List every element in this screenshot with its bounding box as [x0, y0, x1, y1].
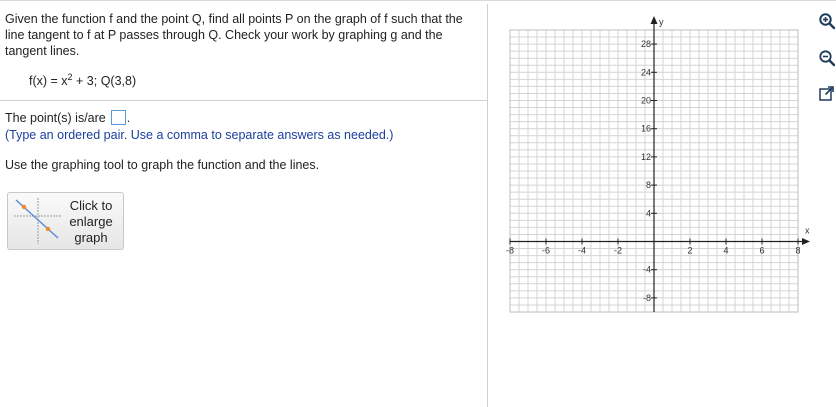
open-new-window-icon[interactable] — [818, 85, 836, 103]
x-tick-label: 2 — [687, 246, 692, 256]
question-prompt: Given the function f and the point Q, fi… — [5, 12, 463, 58]
y-tick-label: 16 — [641, 124, 651, 134]
x-axis-arrow — [802, 238, 810, 245]
enlarge-label-line2: enlarge — [69, 214, 113, 229]
coordinate-graph[interactable]: xy-8 -6 -4 -2 2 4 6 8282420161284-4-8 — [505, 12, 817, 322]
y-tick-label: 4 — [646, 208, 651, 218]
top-border — [0, 0, 836, 1]
y-axis-label: y — [659, 17, 664, 27]
graph-thumbnail-icon — [14, 198, 62, 244]
x-tick-label: 6 — [759, 246, 764, 256]
y-tick-label: 28 — [641, 39, 651, 49]
enlarge-graph-button[interactable]: Click to enlarge graph — [7, 192, 124, 250]
formula-base: f(x) = x — [29, 74, 68, 88]
x-tick-label: -2 — [614, 246, 622, 256]
x-tick-label: -4 — [578, 246, 586, 256]
section-divider — [0, 100, 487, 101]
zoom-out-icon[interactable] — [818, 49, 836, 67]
answer-line: The point(s) is/are . — [5, 110, 130, 125]
answer-hint: (Type an ordered pair. Use a comma to se… — [5, 128, 394, 142]
formula-point: + 3; Q(3,8) — [72, 74, 137, 88]
graph-instruction: Use the graphing tool to graph the funct… — [5, 158, 320, 172]
x-tick-label: -8 — [506, 246, 514, 256]
enlarge-graph-label: Click to enlarge graph — [63, 198, 119, 246]
enlarge-label-line3: graph — [74, 230, 108, 245]
y-tick-label: -8 — [643, 293, 651, 303]
panel-divider — [487, 4, 488, 407]
x-axis-label: x — [805, 226, 810, 236]
function-formula: f(x) = x2 + 3; Q(3,8) — [29, 72, 137, 88]
y-axis-arrow — [650, 16, 658, 24]
zoom-in-icon[interactable] — [818, 12, 836, 30]
y-tick-label: 20 — [641, 96, 651, 106]
answer-label: The point(s) is/are — [5, 110, 106, 125]
x-tick-label: -6 — [542, 246, 550, 256]
enlarge-label-line1: Click to — [69, 198, 113, 213]
y-tick-label: -4 — [643, 265, 651, 275]
x-tick-label: 4 — [723, 246, 728, 256]
formula-exponent: 2 — [67, 72, 73, 82]
y-tick-label: 24 — [641, 67, 651, 77]
answer-input[interactable] — [110, 110, 126, 125]
y-tick-label: 12 — [641, 152, 651, 162]
y-tick-label: 8 — [646, 180, 651, 190]
x-tick-label: 8 — [795, 246, 800, 256]
answer-suffix: . — [126, 110, 131, 125]
